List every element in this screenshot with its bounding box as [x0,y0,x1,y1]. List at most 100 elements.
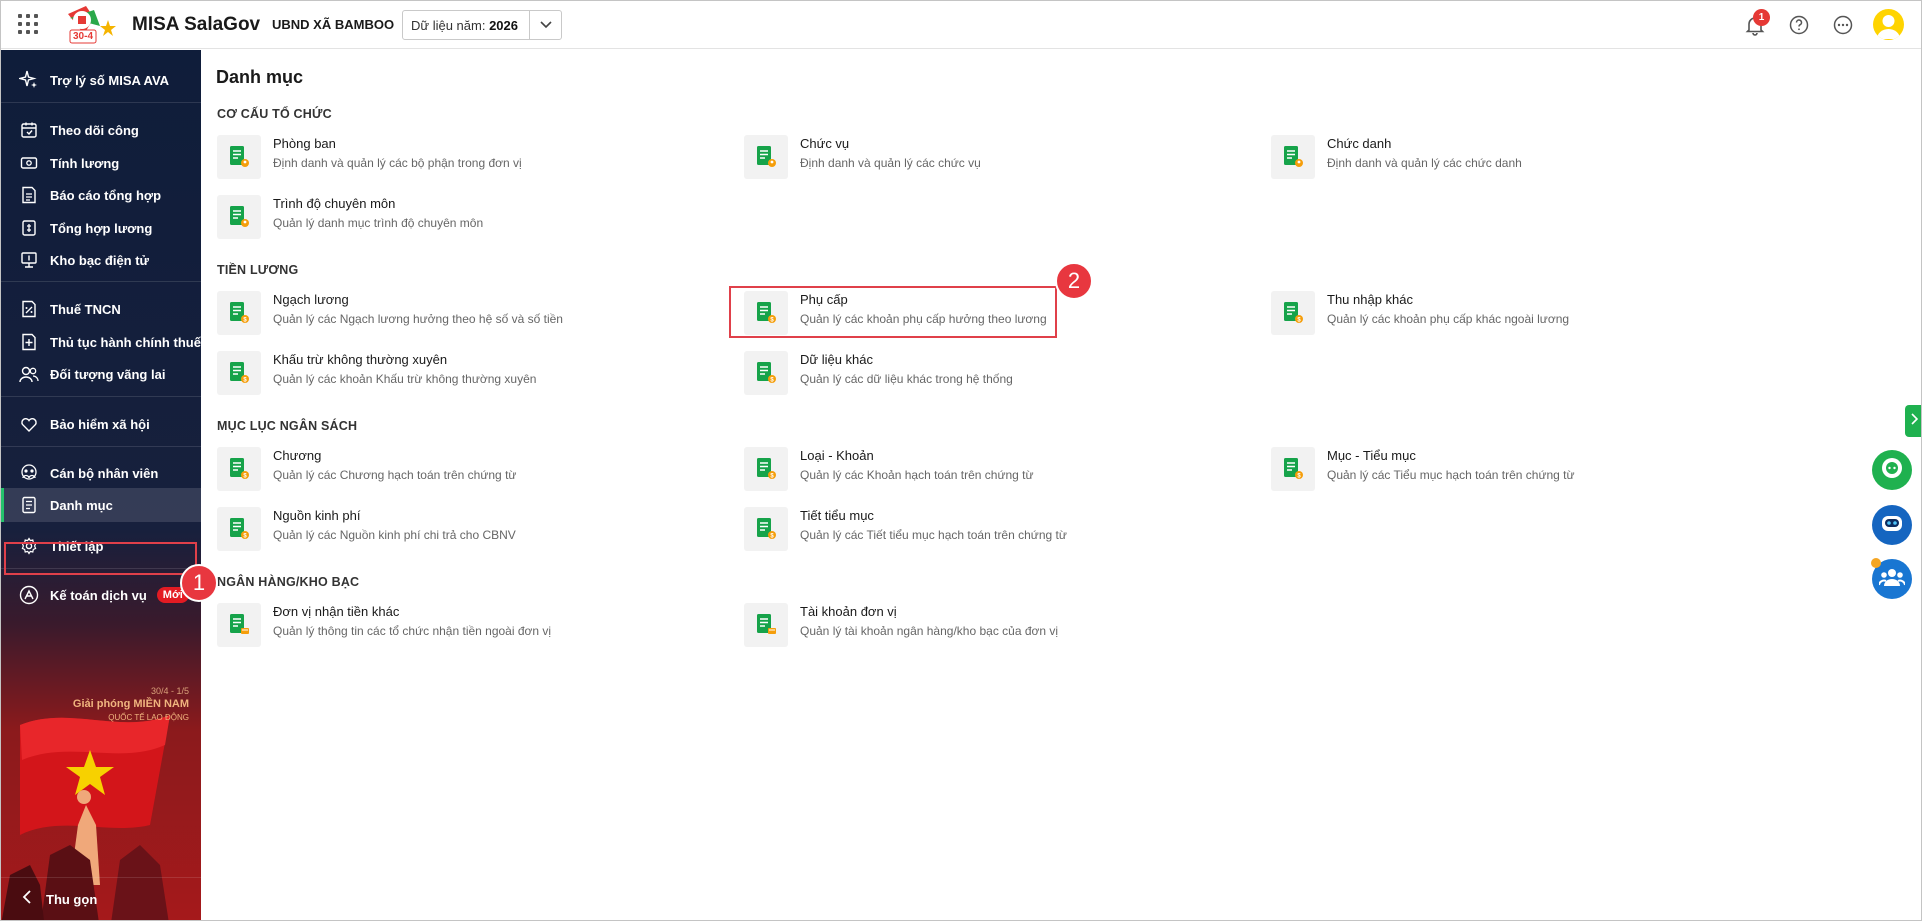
year-dropdown-value: Dữ liệu năm: 2026 [403,11,529,39]
sidebar-item-label: Đối tượng vãng lai [50,366,166,382]
sidebar-item-catalog[interactable]: Danh mục [0,488,201,522]
expand-panel-tab[interactable] [1905,405,1922,437]
catalog-item-chapter[interactable]: $ Chương Quản lý các Chương hạch toán tr… [217,445,677,493]
sparkle-icon [18,69,40,91]
sidebar-item-label: Thiết lập [50,538,104,554]
tax-icon [18,298,40,320]
sidebar-item-summary-report[interactable]: Báo cáo tổng hợp [0,178,201,212]
sidebar-item-tax-procedure[interactable]: Thủ tục hành chính thuế [0,325,201,359]
catalog-item-department[interactable]: Phòng ban Định danh và quản lý các bộ ph… [217,133,677,181]
sidebar-divider [0,281,201,282]
sidebar-item-pit[interactable]: Thuế TNCN [0,292,201,326]
staff-icon [18,462,40,484]
help-icon[interactable] [1787,13,1811,37]
top-header: 30-4 MISA SalaGov UBND XÃ BAMBOO Dữ liệu… [0,0,1922,49]
catalog-item-desc: Quản lý tài khoản ngân hàng/kho bạc của … [800,624,1059,638]
catalog-item-subsection[interactable]: $ Mục - Tiểu mục Quản lý các Tiểu mục hạ… [1271,445,1731,493]
catalog-item-title: Phòng ban [273,136,336,151]
catalog-item-allowance[interactable]: $ Phụ cấp Quản lý các khoản phụ cấp hưởn… [744,289,1204,337]
catalog-item-desc: Quản lý các khoản phụ cấp khác ngoài lươ… [1327,312,1570,326]
tax-procedure-icon [18,331,40,353]
sidebar-item-label: Trợ lý số MISA AVA [50,72,170,88]
gear-icon [18,535,40,557]
sidebar-item-ava-assistant[interactable]: Trợ lý số MISA AVA [0,63,201,97]
catalog-item-other-income[interactable]: $ Thu nhập khác Quản lý các khoản phụ cấ… [1271,289,1731,337]
catalog-item-desc: Quản lý thông tin các tổ chức nhận tiền … [273,624,552,638]
sidebar-item-attendance[interactable]: Theo dõi công [0,113,201,147]
more-icon[interactable] [1831,13,1855,37]
catalog-item-other-data[interactable]: $ Dữ liệu khác Quản lý các dữ liệu khác … [744,349,1204,397]
catalog-item-title: Chức vụ [800,136,850,151]
money-doc-icon: $ [744,291,788,335]
sidebar-item-label: Thủ tục hành chính thuế [50,334,201,350]
sidebar-item-label: Kế toán dịch vụ [50,587,147,603]
catalog-item-position[interactable]: Chức vụ Định danh và quản lý các chức vụ [744,133,1204,181]
catalog-item-salary-scale[interactable]: $ Ngạch lương Quản lý các Ngạch lương hư… [217,289,677,337]
catalog-item-funding-source[interactable]: $ Nguồn kinh phí Quản lý các Nguồn kinh … [217,505,677,553]
chevron-down-icon[interactable] [529,11,561,39]
sidebar-item-label: Tổng hợp lương [50,220,153,236]
sidebar-item-visitors[interactable]: Đối tượng vãng lai [0,357,201,391]
catalog-item-desc: Quản lý danh mục trình độ chuyên môn [273,216,484,230]
insurance-icon [18,413,40,435]
step-marker-2: 2 [1055,262,1093,300]
budget-doc-icon: $ [1271,447,1315,491]
user-avatar[interactable] [1873,9,1904,40]
chat-support-button[interactable] [1872,450,1912,490]
money-doc-icon: $ [217,291,261,335]
catalog-item-title: Chức danh [1327,136,1392,151]
app-logo[interactable]: 30-4 [60,4,120,46]
chat-icon [1879,455,1905,486]
catalog-item-other-payee[interactable]: Đơn vị nhận tiền khác Quản lý thông tin … [217,601,677,649]
collapse-label: Thu gọn [46,892,98,907]
catalog-item-sub-item-detail[interactable]: $ Tiết tiểu mục Quản lý các Tiết tiểu mụ… [744,505,1204,553]
catalog-item-title: Nguồn kinh phí [273,508,361,523]
catalog-item-title: Ngạch lương [273,292,349,307]
sidebar-item-social-insurance[interactable]: Bảo hiểm xã hội [0,407,201,441]
sidebar-item-service-accounting[interactable]: Kế toán dịch vụ Mới [0,578,201,612]
sidebar-item-payroll[interactable]: Tính lương [0,146,201,180]
catalog-item-title-rank[interactable]: Chức danh Định danh và quản lý các chức … [1271,133,1731,181]
year-value: 2026 [489,18,518,33]
year-dropdown[interactable]: Dữ liệu năm: 2026 [402,10,562,40]
sidebar-divider [0,568,201,569]
salary-summary-icon [18,217,40,239]
catalog-item-desc: Quản lý các Ngạch lương hưởng theo hệ số… [273,312,563,326]
budget-doc-icon: $ [744,507,788,551]
catalog-item-title: Dữ liệu khác [800,352,874,367]
sidebar-divider [0,446,201,447]
catalog-item-irregular-deduction[interactable]: $ Khấu trừ không thường xuyên Quản lý cá… [217,349,677,397]
catalog-item-desc: Quản lý các dữ liệu khác trong hệ thống [800,372,1013,386]
sidebar-item-label: Cán bộ nhân viên [50,465,159,481]
money-doc-icon: $ [1271,291,1315,335]
org-doc-icon [744,135,788,179]
collapse-sidebar-button[interactable]: Thu gọn [0,877,201,921]
catalog-item-desc: Định danh và quản lý các chức vụ [800,156,981,170]
money-icon [18,152,40,174]
catalog-item-desc: Quản lý các khoản Khấu trừ không thường … [273,372,537,386]
catalog-item-type-item[interactable]: $ Loại - Khoản Quản lý các Khoản hạch to… [744,445,1204,493]
org-doc-icon [1271,135,1315,179]
page-title: Danh mục [216,67,304,87]
catalog-item-title: Chương [273,448,322,463]
sidebar-item-label: Theo dõi công [50,122,139,138]
robot-icon [1878,509,1906,542]
sidebar-item-e-treasury[interactable]: Kho bạc điện tử [0,243,201,277]
sidebar-item-staff[interactable]: Cán bộ nhân viên [0,456,201,490]
sidebar-item-label: Báo cáo tổng hợp [50,187,162,203]
catalog-item-unit-account[interactable]: Tài khoản đơn vị Quản lý tài khoản ngân … [744,601,1204,649]
money-doc-icon: $ [744,351,788,395]
report-icon [18,184,40,206]
sidebar-item-label: Thuế TNCN [50,301,121,317]
calendar-icon [18,119,40,141]
bank-doc-icon [744,603,788,647]
sidebar-divider [0,396,201,397]
ai-bot-button[interactable] [1872,505,1912,545]
catalog-item-desc: Quản lý các Nguồn kinh phí chi trả cho C… [273,528,516,542]
catalog-item-qualification[interactable]: Trình độ chuyên môn Quản lý danh mục trì… [217,193,677,241]
sidebar-item-label: Kho bạc điện tử [50,252,149,268]
poster-line3: QUỐC TẾ LAO ĐỘNG [108,713,189,722]
sidebar-item-salary-summary[interactable]: Tổng hợp lương [0,211,201,245]
sidebar-item-settings[interactable]: Thiết lập [0,529,201,563]
app-grid-icon[interactable] [18,14,40,36]
